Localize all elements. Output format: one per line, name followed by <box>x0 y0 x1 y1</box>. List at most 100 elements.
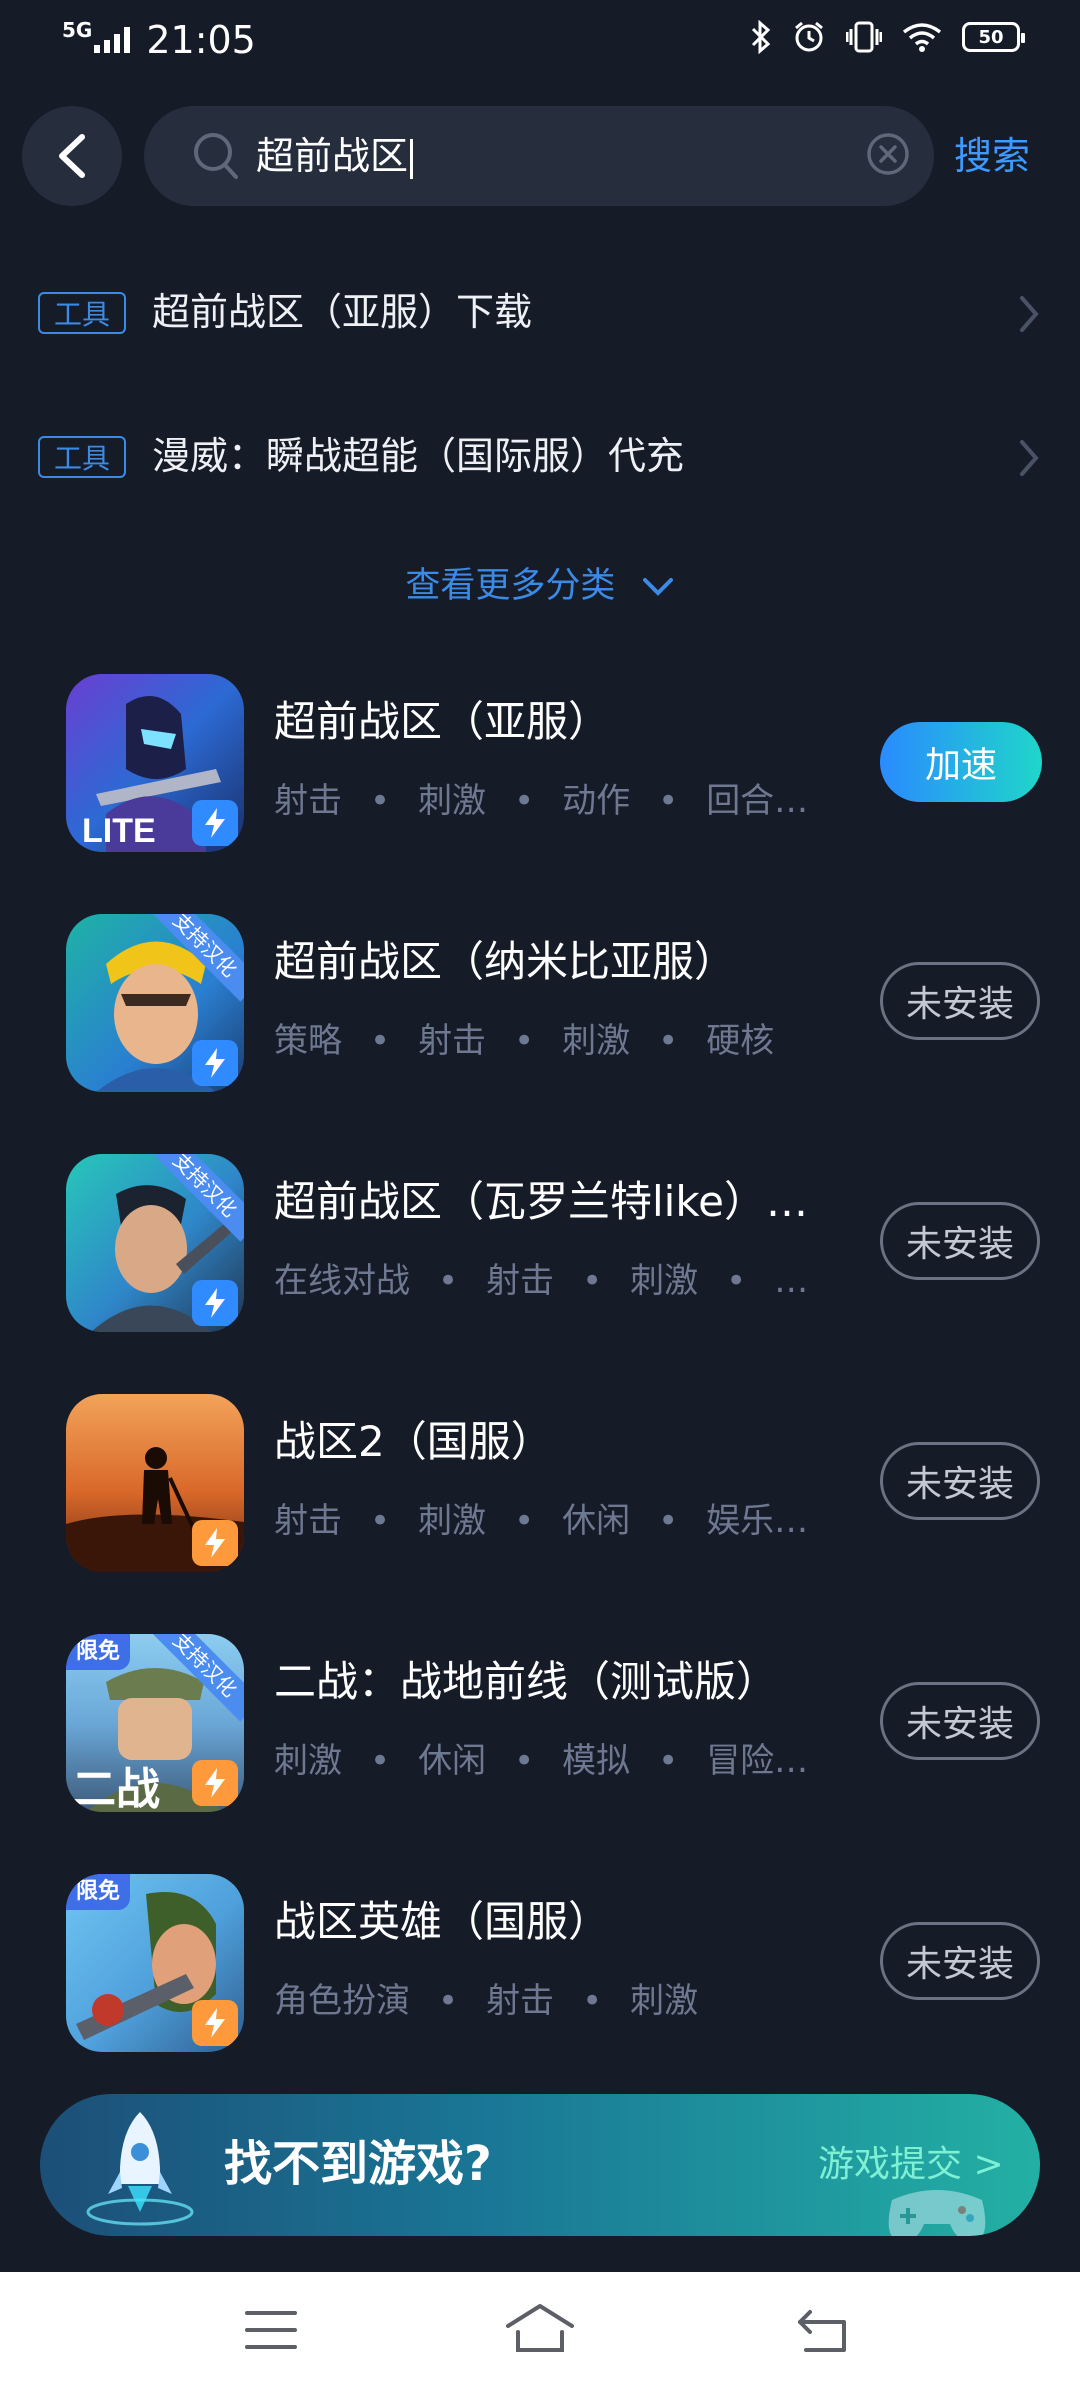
search-icon <box>194 133 238 179</box>
game-icon: LITE <box>66 674 244 852</box>
rocket-icon <box>86 2112 194 2226</box>
game-item[interactable]: 支持汉化 超前战区（瓦罗兰特like）… 在线对战 • 射击 • 刺激 • … 未安装 <box>0 1154 1080 1354</box>
free-badge: 限免 <box>66 1874 131 1910</box>
tag-separator: • <box>582 1981 603 2021</box>
icon-text: 二战 <box>72 1765 160 1812</box>
tag: 角色扮演 <box>274 1981 410 2021</box>
tag: 回合… <box>706 781 809 821</box>
game-tags: 刺激 • 休闲 • 模拟 • 冒险… <box>274 1736 808 1786</box>
vibrate-icon <box>846 21 882 53</box>
view-more-categories[interactable]: 查看更多分类 <box>0 550 1080 622</box>
lightning-badge-icon <box>192 800 238 846</box>
tag: 刺激 <box>562 1021 631 1061</box>
tag-separator: • <box>514 1501 535 1541</box>
text-cursor <box>410 138 414 179</box>
network-type: 5G <box>62 18 93 42</box>
game-tags: 角色扮演 • 射击 • 刺激 <box>274 1976 698 2026</box>
submit-game-banner[interactable]: 找不到游戏? 游戏提交 > <box>40 2094 1040 2236</box>
tag: 射击 <box>274 781 342 821</box>
signal-icon <box>94 27 131 53</box>
alarm-icon <box>795 21 823 52</box>
back-nav-icon[interactable] <box>796 2308 852 2354</box>
game-title: 超前战区（亚服） <box>274 697 611 746</box>
system-nav-bar <box>0 2272 1080 2400</box>
search-button[interactable]: 搜索 <box>954 126 1030 186</box>
not-installed-button[interactable]: 未安装 <box>880 1682 1040 1760</box>
lightning-badge-icon <box>192 1040 238 1086</box>
banner-title: 找不到游戏? <box>224 2136 492 2192</box>
game-icon: 二战 支持汉化 限免 <box>66 1634 244 1812</box>
lightning-badge-icon <box>192 1520 238 1566</box>
tag: 策略 <box>274 1021 342 1061</box>
lightning-badge-icon <box>192 1280 238 1326</box>
tag: 娱乐… <box>706 1501 809 1541</box>
tag-separator: • <box>514 1021 535 1061</box>
game-title: 超前战区（瓦罗兰特like）… <box>274 1177 809 1226</box>
game-title: 二战：战地前线（测试版） <box>274 1657 779 1706</box>
tag-separator: • <box>370 1741 391 1781</box>
not-installed-button[interactable]: 未安装 <box>880 1202 1040 1280</box>
tag: … <box>774 1261 809 1301</box>
tag: 射击 <box>418 1021 487 1061</box>
tag-separator: • <box>658 781 679 821</box>
chevron-down-icon <box>642 578 673 596</box>
game-item[interactable]: 限免 战区英雄（国服） 角色扮演 • 射击 • 刺激 未安装 <box>0 1874 1080 2074</box>
back-arrow-icon <box>59 134 85 178</box>
tag: 刺激 <box>418 781 487 821</box>
game-tags: 射击 • 刺激 • 休闲 • 娱乐… <box>274 1496 808 1546</box>
game-tags: 策略 • 射击 • 刺激 • 硬核 <box>274 1016 774 1066</box>
menu-icon[interactable] <box>244 2308 298 2352</box>
tag-separator: • <box>726 1261 747 1301</box>
not-installed-button[interactable]: 未安装 <box>880 962 1040 1040</box>
tool-tag: 工具 <box>38 436 126 478</box>
not-installed-button[interactable]: 未安装 <box>880 1442 1040 1520</box>
tool-row[interactable]: 工具 漫威：瞬战超能（国际服）代充 <box>0 404 1080 514</box>
game-title: 战区英雄（国服） <box>274 1897 611 1946</box>
game-item[interactable]: LITE 超前战区（亚服） 射击 • 刺激 • 动作 • 回合… 加速 <box>0 674 1080 874</box>
tag: 射击 <box>274 1501 342 1541</box>
gamepad-icon <box>888 2190 986 2236</box>
lightning-badge-icon <box>192 2000 238 2046</box>
tag: 射击 <box>486 1261 555 1301</box>
game-icon <box>66 1394 244 1572</box>
game-icon: 支持汉化 <box>66 914 244 1092</box>
tag: 硬核 <box>706 1021 775 1061</box>
tag: 动作 <box>562 781 631 821</box>
accelerate-button[interactable]: 加速 <box>880 722 1042 802</box>
search-input[interactable]: 超前战区 <box>144 106 934 206</box>
free-badge: 限免 <box>66 1634 131 1670</box>
tag: 在线对战 <box>274 1261 410 1301</box>
game-icon: 支持汉化 <box>66 1154 244 1332</box>
tag-separator: • <box>438 1981 459 2021</box>
tag: 刺激 <box>630 1981 699 2021</box>
tool-tag: 工具 <box>38 292 126 334</box>
game-item[interactable]: 支持汉化 超前战区（纳米比亚服） 策略 • 射击 • 刺激 • 硬核 未安装 <box>0 914 1080 1114</box>
tag-separator: • <box>370 1021 391 1061</box>
tag-separator: • <box>658 1021 679 1061</box>
game-item[interactable]: 二战 支持汉化 限免 二战：战地前线（测试版） 刺激 • 休闲 • 模拟 • 冒险… 未安装 <box>0 1634 1080 1834</box>
tool-title: 超前战区（亚服）下载 <box>152 290 533 334</box>
battery-icon: 50 <box>962 22 1025 52</box>
back-button[interactable] <box>22 106 122 206</box>
clear-icon[interactable] <box>866 132 910 176</box>
tool-row[interactable]: 工具 超前战区（亚服）下载 <box>0 260 1080 370</box>
not-installed-button[interactable]: 未安装 <box>880 1922 1040 2000</box>
game-item[interactable]: 战区2（国服） 射击 • 刺激 • 休闲 • 娱乐… 未安装 <box>0 1394 1080 1594</box>
game-tags: 射击 • 刺激 • 动作 • 回合… <box>274 776 808 826</box>
tag-separator: • <box>438 1261 459 1301</box>
tag-separator: • <box>658 1741 679 1781</box>
bluetooth-icon <box>751 20 771 54</box>
tag-separator: • <box>370 1501 391 1541</box>
tag-separator: • <box>658 1501 679 1541</box>
home-icon[interactable] <box>504 2302 576 2354</box>
tag: 模拟 <box>562 1741 631 1781</box>
tag-separator: • <box>582 1261 603 1301</box>
svg-text:LITE: LITE <box>82 812 156 850</box>
game-tags: 在线对战 • 射击 • 刺激 •… <box>274 1256 808 1306</box>
game-icon: 限免 <box>66 1874 244 2052</box>
tag-separator: • <box>514 781 535 821</box>
tag: 冒险… <box>706 1741 809 1781</box>
lightning-badge-icon <box>192 1760 238 1806</box>
chevron-right-icon <box>1020 296 1039 332</box>
tag: 射击 <box>486 1981 555 2021</box>
